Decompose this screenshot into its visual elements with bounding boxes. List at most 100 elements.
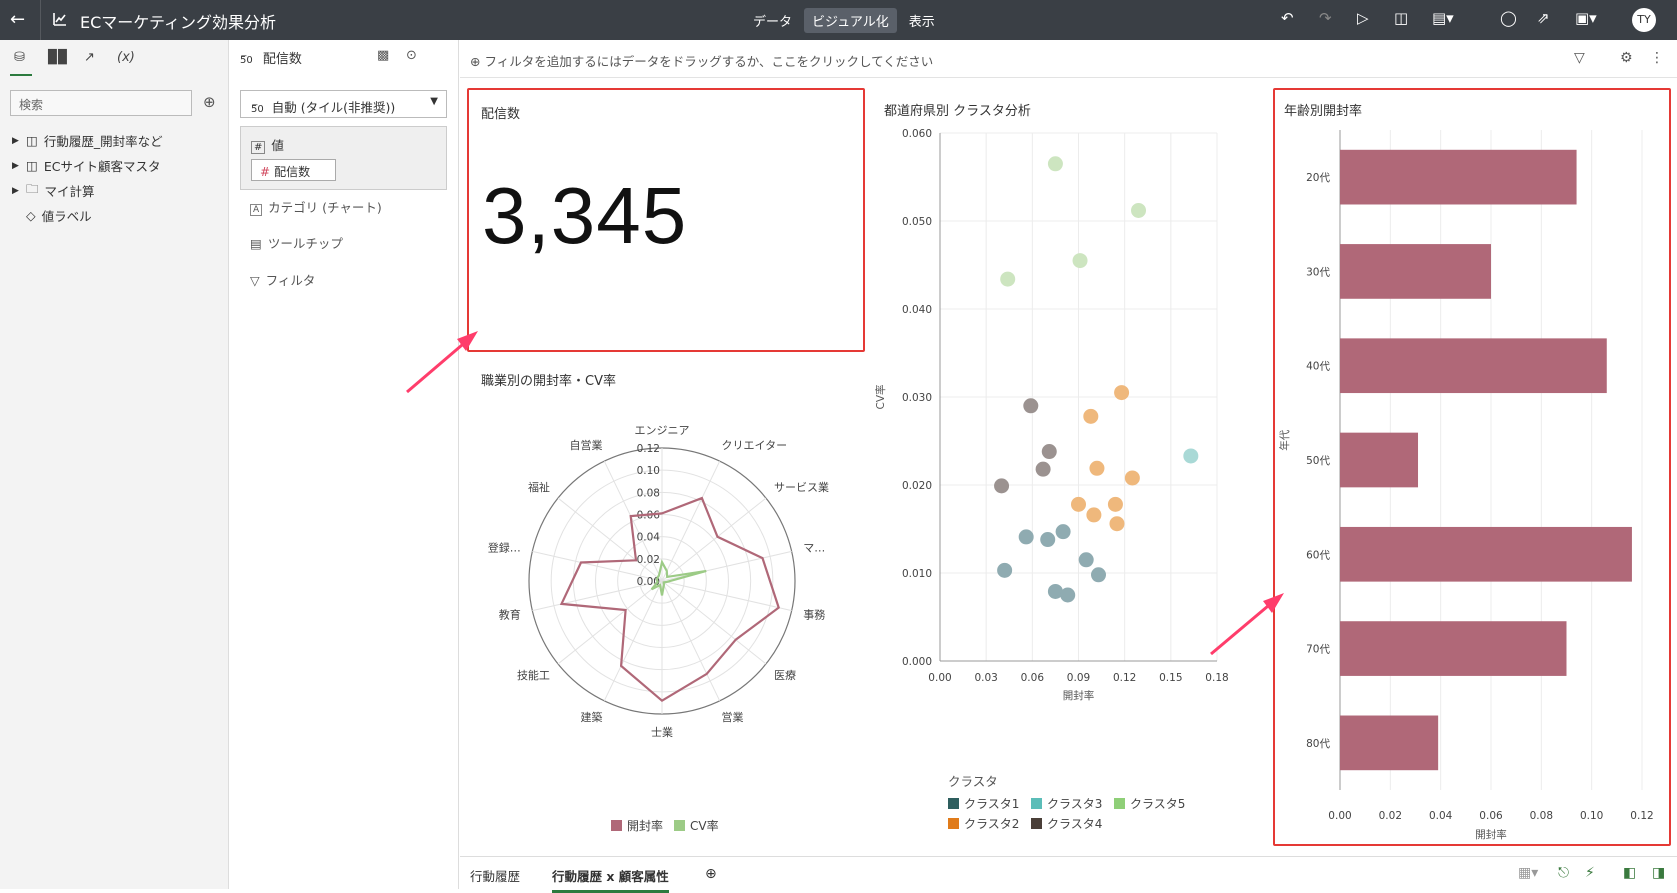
- expand-icon[interactable]: ▶: [12, 136, 20, 146]
- kpi-title: 配信数: [481, 107, 521, 122]
- filter-drop-zone[interactable]: ▽ フィルタ: [250, 270, 315, 289]
- bar-80代: [1340, 715, 1439, 771]
- dataset-icon: ◫: [26, 133, 38, 148]
- viz-type-value: 自動 (タイル(非推奨)): [271, 100, 396, 115]
- scatter-x-tick-label: 0.12: [1113, 672, 1136, 684]
- radar-legend-open-rate[interactable]: 開封率: [611, 817, 663, 834]
- add-canvas-icon[interactable]: ⊕: [705, 866, 717, 882]
- mode-data[interactable]: データ: [745, 8, 800, 33]
- grammar-properties-icon[interactable]: ▩: [377, 48, 389, 63]
- scatter-point-cluster4: [1023, 398, 1039, 414]
- tooltip-icon: ▤: [250, 236, 262, 251]
- scatter-chart[interactable]: 0.00 0.03 0.06 0.09 0.12 0.15 0.18 0.000 0.010 0.…: [870, 125, 1250, 765]
- back-arrow-icon[interactable]: ←: [10, 9, 25, 30]
- insights-bulb-icon[interactable]: ◯: [1500, 9, 1517, 27]
- panel-left-icon[interactable]: ◧: [1623, 865, 1636, 881]
- tree-item-action-history[interactable]: ▶ ◫ 行動履歴_開封率など: [12, 128, 163, 153]
- scatter-legend-cluster1[interactable]: クラスタ1: [948, 795, 1019, 812]
- radar-chart[interactable]: エンジニアクリエイターサービス業マ… 事務医療営業士業 建築 技能工 教育 登録… 福祉 自営…: [467, 400, 865, 820]
- divider: [40, 0, 41, 40]
- scatter-point-cluster2: [1089, 460, 1105, 476]
- filter-options-icon[interactable]: ▽: [1574, 50, 1585, 66]
- value-chip-delivery-count[interactable]: # 配信数: [251, 159, 336, 181]
- filter-icon: ▽: [250, 273, 260, 288]
- grammar-header: 5̅0 配信数: [240, 48, 302, 67]
- scatter-point-cluster1: [1091, 567, 1107, 583]
- bar-category-label: 70代: [1306, 644, 1330, 656]
- legend-swatch: [948, 798, 959, 809]
- filter-bar[interactable]: ⊕ フィルタを追加するにはデータをドラッグするか、ここをクリックしてください ▽…: [460, 40, 1677, 78]
- tooltip-drop-zone[interactable]: ▤ ツールチップ: [250, 233, 343, 252]
- scatter-x-tick-label: 0.00: [928, 672, 951, 684]
- scatter-legend-cluster4[interactable]: クラスタ4: [1031, 815, 1102, 832]
- bar-20代: [1340, 149, 1577, 205]
- auto-apply-icon[interactable]: ⚡: [1585, 865, 1595, 881]
- top-bar: ← ECマーケティング効果分析 データ ビジュアル化 表示 ↶ ↷ ▷ ◫ ▤▾…: [0, 0, 1677, 40]
- play-icon[interactable]: ▷: [1357, 9, 1369, 27]
- scatter-point-cluster1: [1040, 532, 1056, 548]
- layout-icon[interactable]: ▦▾: [1518, 865, 1538, 881]
- bar-x-tick-label: 0.08: [1530, 810, 1553, 822]
- calculation-tab-icon[interactable]: (x): [117, 50, 135, 65]
- bar-y-axis-label: 年代: [1278, 429, 1291, 450]
- scatter-x-tick-label: 0.06: [1021, 672, 1045, 684]
- refresh-data-icon[interactable]: ◫: [1394, 9, 1408, 27]
- grammar-settings-icon[interactable]: ⊙: [406, 48, 417, 63]
- tree-item-customer-master[interactable]: ▶ ◫ ECサイト顧客マスタ: [12, 153, 163, 178]
- undo-icon[interactable]: ↶: [1281, 9, 1294, 27]
- values-drop-zone[interactable]: # 値 # 配信数: [240, 126, 447, 190]
- radar-tick-label: 0.02: [637, 554, 660, 566]
- pin-icon[interactable]: ⎋: [1558, 865, 1569, 881]
- scatter-y-tick-label: 0.000: [902, 656, 932, 668]
- more-options-icon[interactable]: ⋮: [1650, 50, 1664, 66]
- legend-swatch: [1031, 798, 1042, 809]
- radar-legend-cv-rate[interactable]: CV率: [674, 817, 719, 834]
- hash-icon: #: [251, 141, 266, 154]
- legend-swatch: [1031, 818, 1042, 829]
- mode-visualize[interactable]: ビジュアル化: [804, 8, 897, 33]
- radar-series-open-rate: [559, 496, 780, 703]
- scatter-point-cluster2: [1107, 496, 1123, 512]
- viz-type-select[interactable]: 5̅0 自動 (タイル(非推奨)) ▼: [240, 90, 447, 118]
- filter-bar-placeholder[interactable]: ⊕ フィルタを追加するにはデータをドラッグするか、ここをクリックしてください: [470, 51, 933, 70]
- scatter-y-axis-label: CV率: [874, 384, 887, 409]
- category-icon: A: [250, 204, 263, 216]
- search-input[interactable]: 検索: [10, 90, 192, 116]
- bar-chart[interactable]: 0.00 0.02 0.04 0.06 0.08 0.10 0.12 20代 30代 40代 50代…: [1276, 130, 1668, 842]
- bar-category-label: 40代: [1306, 361, 1330, 373]
- analytics-tab-icon[interactable]: ↗: [84, 50, 95, 65]
- redo-icon[interactable]: ↷: [1319, 9, 1332, 27]
- scatter-x-tick-label: 0.18: [1205, 672, 1228, 684]
- tab-action-history[interactable]: 行動履歴: [470, 866, 520, 885]
- add-data-icon[interactable]: ⊕: [203, 93, 216, 111]
- bar-category-label: 20代: [1306, 172, 1330, 184]
- canvas-settings-icon[interactable]: ⚙: [1620, 50, 1633, 66]
- radar-category-label: サービス業: [774, 481, 829, 494]
- tree-item-label: ECサイト顧客マスタ: [43, 159, 161, 174]
- mode-present[interactable]: 表示: [901, 8, 943, 33]
- visualizations-tab-icon[interactable]: ▉▉: [48, 50, 68, 65]
- radar-category-label: エンジニア: [635, 424, 690, 437]
- bar-category-label: 60代: [1306, 549, 1330, 561]
- expand-icon[interactable]: ▶: [12, 161, 20, 171]
- legend-swatch: [1114, 798, 1125, 809]
- panel-right-icon[interactable]: ◨: [1652, 865, 1665, 881]
- expand-icon[interactable]: ▶: [12, 186, 20, 196]
- export-icon[interactable]: ⇗: [1537, 9, 1550, 27]
- workbook-title[interactable]: ECマーケティング効果分析: [80, 9, 276, 33]
- scatter-legend-cluster5[interactable]: クラスタ5: [1114, 795, 1185, 812]
- kpi-value: 3,345: [482, 171, 688, 260]
- tree-item-my-calculations[interactable]: ▶ 🗀 マイ計算: [12, 178, 163, 203]
- scatter-point-cluster1: [1060, 587, 1076, 603]
- category-drop-zone[interactable]: A カテゴリ (チャート): [250, 197, 382, 216]
- tree-item-value-labels[interactable]: ◇ 値ラベル: [12, 203, 163, 228]
- user-avatar[interactable]: TY: [1632, 8, 1656, 32]
- comments-icon[interactable]: ▤▾: [1432, 9, 1454, 27]
- scatter-legend-cluster3[interactable]: クラスタ3: [1031, 795, 1102, 812]
- scatter-legend-cluster2[interactable]: クラスタ2: [948, 815, 1019, 832]
- scatter-point-cluster2: [1114, 385, 1130, 401]
- data-tab-icon[interactable]: ⛁: [14, 50, 25, 65]
- tree-item-label: マイ計算: [44, 184, 95, 199]
- save-icon[interactable]: ▣▾: [1575, 9, 1597, 27]
- radar-category-label: 事務: [803, 608, 825, 622]
